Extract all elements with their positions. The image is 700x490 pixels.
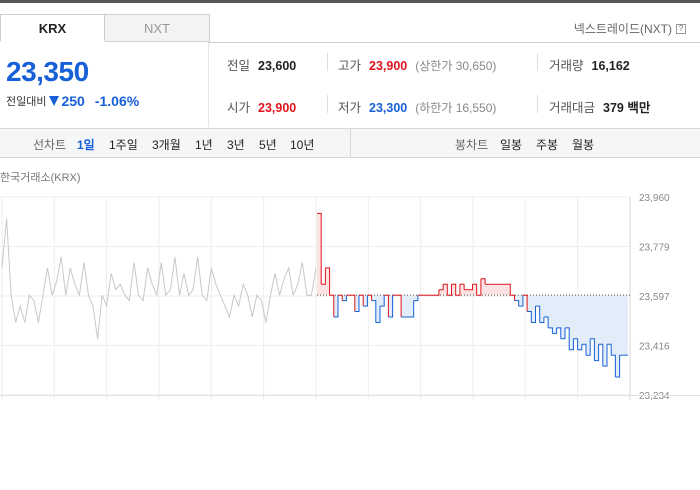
stats-top-divider [208,42,700,43]
low-label: 저가 [338,101,362,115]
today-price-segment [396,294,402,317]
stat-amount: 거래대금 379 백만 [549,97,650,116]
below-baseline-fill [333,295,628,377]
volume-value: 16,162 [591,59,630,73]
nxt-info-link[interactable]: 넥스트레이드(NXT) ? [574,20,686,37]
candle-monthly[interactable]: 월봉 [572,136,594,153]
candle-chart-label: 봉차트 [455,138,489,152]
today-price-segment [447,284,452,296]
period-1d[interactable]: 1일 [77,136,95,153]
nxt-link-label: 넥스트레이드(NXT) [573,22,672,36]
candle-daily[interactable]: 일봉 [500,136,522,153]
today-price-segment [455,284,461,296]
lower-limit: (하한가 16,550) [415,101,497,115]
above-baseline-fill [317,213,528,296]
stat-volume: 거래량 16,162 [549,55,630,74]
period-3m[interactable]: 3개월 [152,136,181,153]
change-label: 전일대비 [6,96,47,108]
y-tick-label: 23,960 [639,193,670,204]
top-border [0,0,700,3]
stat-high: 고가 23,900 (상한가 30,650) [338,55,496,74]
y-tick-label: 23,597 [639,292,670,303]
amount-label: 거래대금 [549,101,596,115]
tab-nxt[interactable]: NXT [105,14,210,42]
price-change: 전일대비 250 -1.06% [6,93,139,109]
stat-divider [327,53,328,71]
today-price-segment [321,267,326,285]
prev-close-label: 전일 [227,59,251,73]
open-value: 23,900 [258,101,297,115]
stat-divider [327,95,328,113]
today-price-segment [350,294,356,312]
prev-close-value: 23,600 [258,59,297,73]
change-percent: -1.06% [94,93,140,109]
today-price-segment [573,338,579,350]
change-value: 250 [61,93,85,109]
current-price: 23,350 [6,56,89,87]
low-value: 23,300 [369,101,408,115]
stat-prev-close: 전일 23,600 [227,55,296,74]
high-value: 23,900 [369,59,408,73]
period-10y[interactable]: 10년 [290,136,314,153]
period-1y[interactable]: 1년 [195,136,213,153]
stat-divider [537,95,538,113]
today-price-segment [548,327,553,334]
chart-period-bar: 선차트 1일 1주일 3개월 1년 3년 5년 10년 봉차트 일봉 주봉 월봉 [0,128,700,158]
amount-value: 379 백만 [603,101,651,115]
volume-label: 거래량 [549,59,584,73]
stats-left-divider [208,43,209,127]
intraday-price-chart[interactable]: 23,96023,77923,59723,41623,234 [0,190,700,400]
line-chart-label: 선차트 [33,138,67,152]
period-5y[interactable]: 5년 [259,136,277,153]
today-price-segment [527,311,532,323]
tab-krx[interactable]: KRX [0,14,105,42]
period-1w[interactable]: 1주일 [109,136,138,153]
exchange-title: 한국거래소(KRX) [0,172,81,184]
today-price-segment [543,316,549,328]
upper-limit: (상한가 30,650) [415,59,497,73]
today-price-segment [556,327,562,339]
open-label: 시가 [227,101,251,115]
high-label: 고가 [338,59,362,73]
chart-bottom-border [0,395,700,396]
today-price-segment [535,305,541,323]
candle-weekly[interactable]: 주봉 [536,136,558,153]
today-price-segment [598,343,604,367]
period-3y[interactable]: 3년 [227,136,245,153]
today-price-segment [590,338,595,361]
today-price-segment [371,300,377,323]
today-price-segment [359,294,364,307]
market-tabs: KRX NXT [0,14,210,42]
stat-divider [537,53,538,71]
stat-open: 시가 23,900 [227,97,296,116]
down-triangle-icon [49,96,60,106]
today-price-segment [476,278,482,296]
period-divider [350,129,351,157]
today-price-segment [384,294,389,317]
today-price-segment [565,327,570,350]
stat-low: 저가 23,300 (하한가 16,550) [338,97,496,116]
question-icon[interactable]: ? [676,23,686,34]
today-price-segment [329,294,335,317]
y-tick-label: 23,779 [639,243,670,254]
today-price-segment [438,284,444,291]
today-price-segment [468,284,473,291]
y-tick-label: 23,416 [639,342,670,353]
today-price-segment [611,354,616,377]
today-price-segment [514,300,520,307]
today-price-segment [434,289,440,296]
